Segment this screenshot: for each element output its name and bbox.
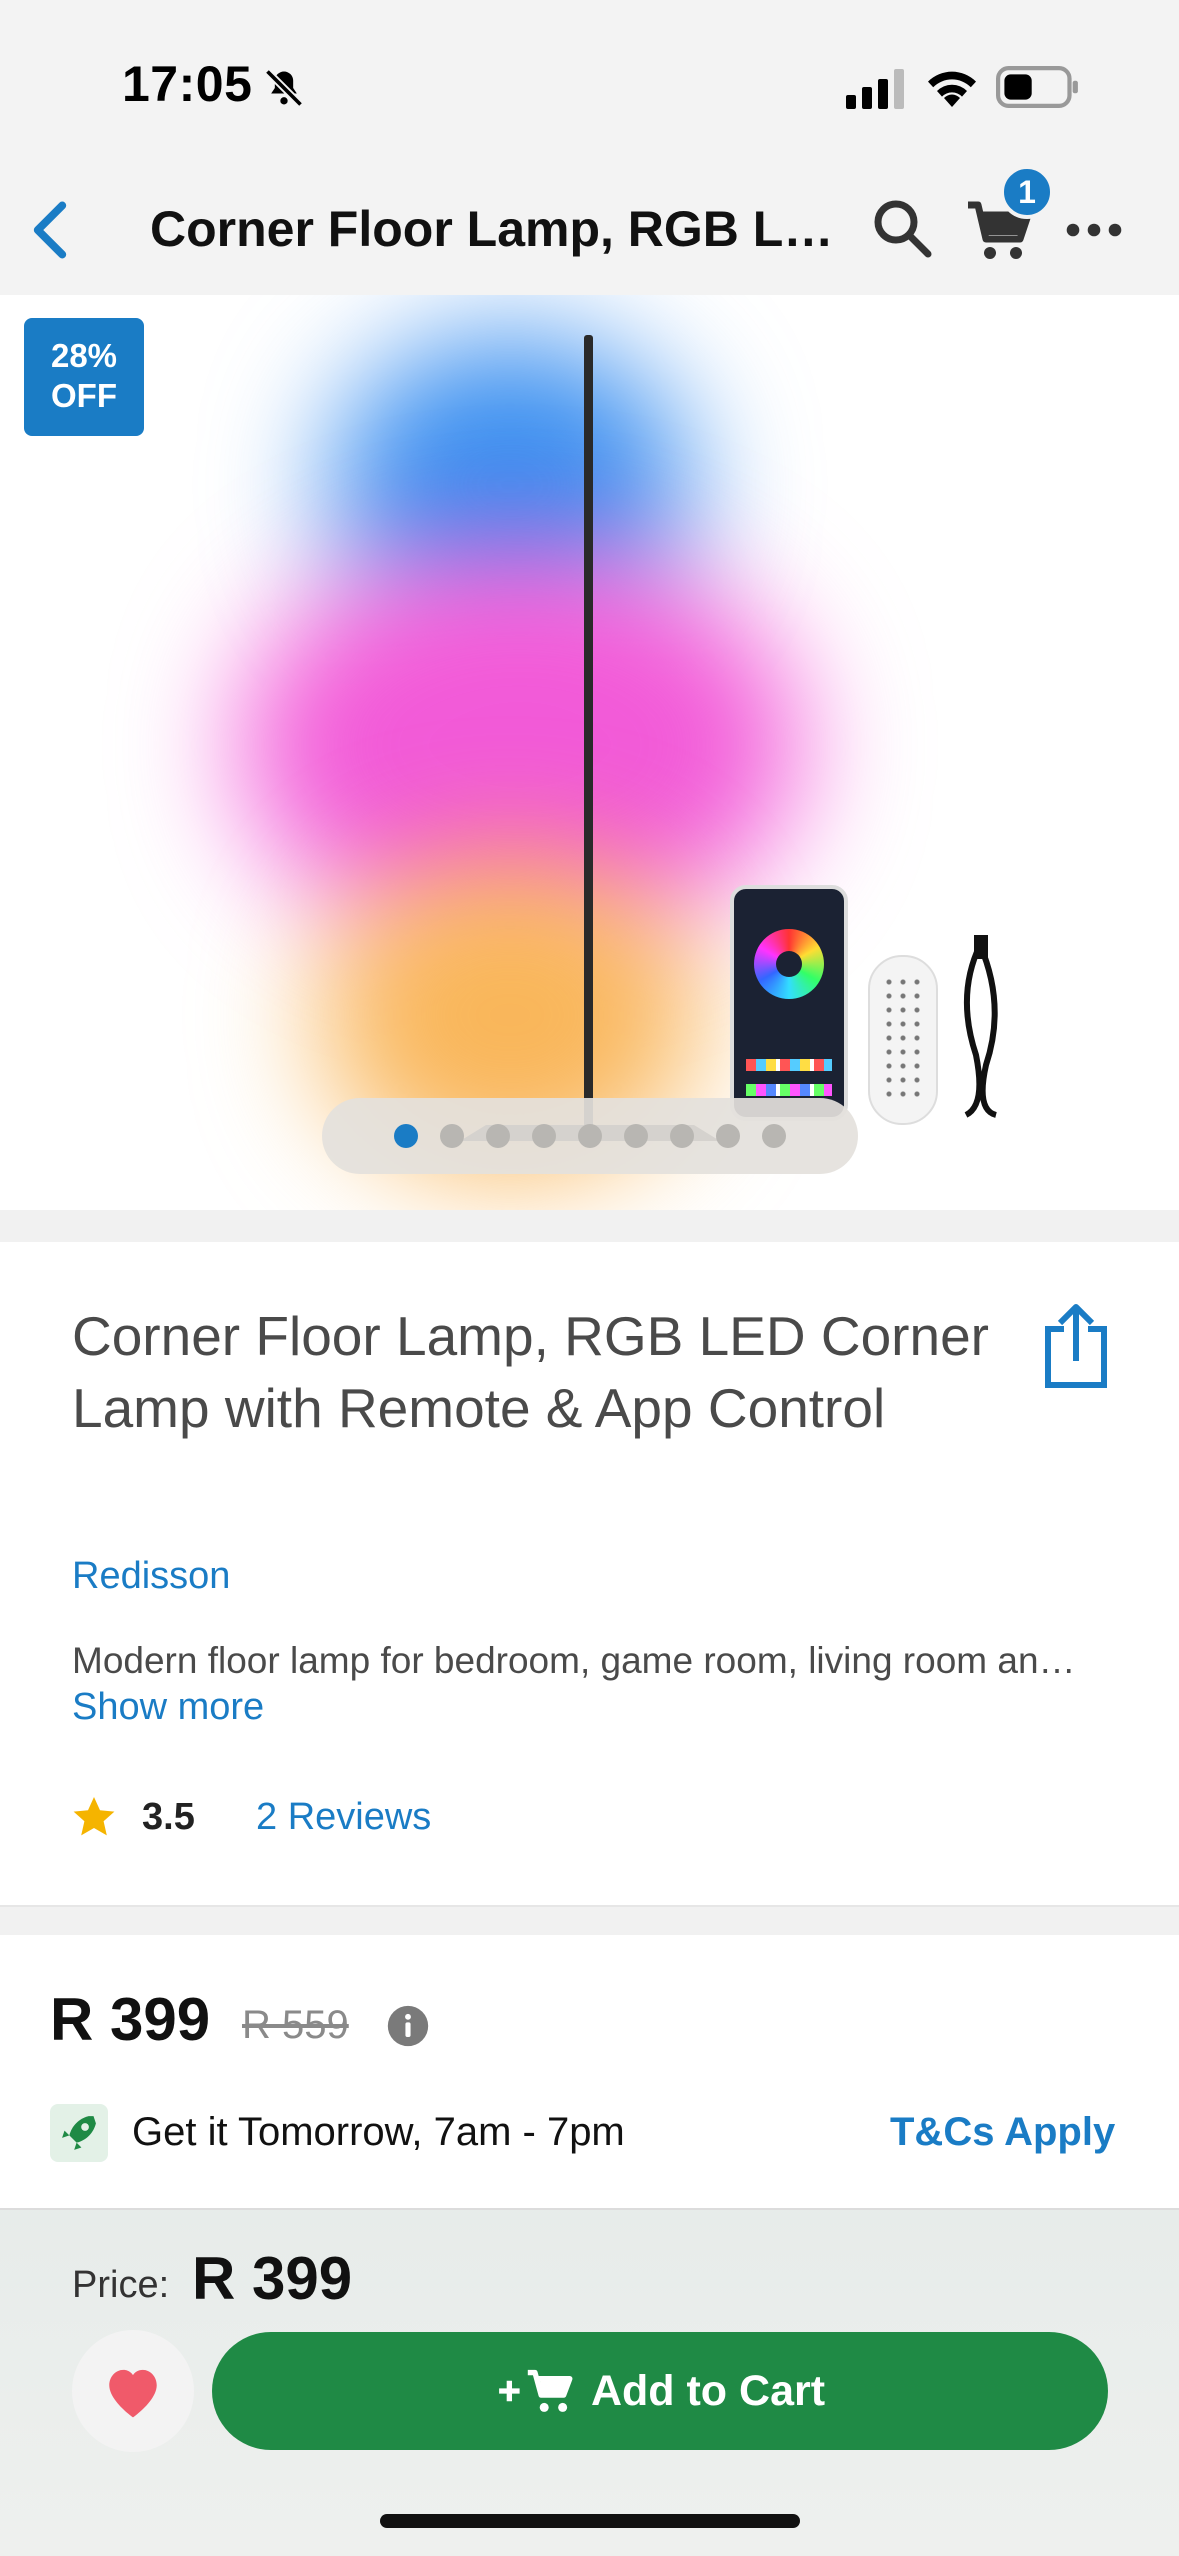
discount-badge: 28% OFF	[24, 318, 144, 436]
discount-percent: 28%	[50, 337, 118, 374]
cellular-signal-icon	[846, 69, 904, 109]
bell-muted-icon	[264, 68, 304, 108]
add-to-cart-label: Add to Cart	[590, 2366, 826, 2415]
page-title: Corner Floor Lamp, RGB LED Corner Lamp w…	[150, 201, 840, 257]
show-more-link[interactable]: Show more	[72, 1686, 264, 1729]
more-options-icon[interactable]	[1066, 218, 1122, 242]
remote-control-image	[868, 955, 938, 1125]
product-image-carousel[interactable]	[0, 295, 1179, 1210]
add-to-cart-button[interactable]: Add to Cart	[212, 2332, 1108, 2450]
rating-value: 3.5	[142, 1796, 195, 1838]
carousel-dot[interactable]	[624, 1124, 648, 1148]
carousel-dot[interactable]	[762, 1124, 786, 1148]
heart-icon	[109, 2369, 157, 2418]
carousel-dot[interactable]	[532, 1124, 556, 1148]
carousel-dot[interactable]	[394, 1124, 418, 1148]
discount-off-label: OFF	[51, 377, 117, 414]
search-icon[interactable]	[870, 196, 934, 260]
product-title: Corner Floor Lamp, RGB LED Corner Lamp w…	[72, 1305, 989, 1439]
rocket-delivery-icon	[50, 2104, 108, 2162]
cart-count-badge: 1	[1000, 165, 1054, 219]
lamp-pole	[584, 335, 593, 1135]
product-description: Modern floor lamp for bedroom, game room…	[72, 1640, 1092, 1681]
phone-app-image	[730, 885, 848, 1121]
section-divider	[0, 1905, 1179, 1935]
wifi-icon	[928, 71, 976, 107]
carousel-pagination[interactable]	[322, 1098, 858, 1174]
share-icon[interactable]	[1040, 1300, 1112, 1390]
brand-link[interactable]: Redisson	[72, 1555, 230, 1598]
status-bar: 17:05	[0, 0, 1179, 160]
battery-icon	[996, 66, 1078, 108]
original-price: R 559	[242, 2003, 349, 2047]
reviews-link[interactable]: 2 Reviews	[256, 1796, 431, 1839]
add-cart-icon	[499, 2369, 573, 2412]
status-time: 17:05	[122, 56, 253, 112]
bottom-price-label: Price:	[72, 2264, 170, 2306]
carousel-dot[interactable]	[440, 1124, 464, 1148]
carousel-dot[interactable]	[670, 1124, 694, 1148]
delivery-estimate: Get it Tomorrow, 7am - 7pm	[132, 2110, 625, 2154]
wishlist-button[interactable]	[72, 2330, 194, 2452]
carousel-dot[interactable]	[578, 1124, 602, 1148]
section-divider	[0, 1210, 1179, 1242]
terms-link[interactable]: T&Cs Apply	[890, 2110, 1115, 2155]
home-indicator[interactable]	[380, 2514, 800, 2528]
current-price: R 399	[50, 1986, 211, 2053]
usb-cable-image	[963, 935, 998, 1118]
star-icon	[73, 1797, 115, 1836]
back-chevron-icon[interactable]	[20, 195, 80, 265]
carousel-dot[interactable]	[716, 1124, 740, 1148]
carousel-dot[interactable]	[486, 1124, 510, 1148]
bottom-price-value: R 399	[192, 2245, 353, 2312]
info-icon[interactable]	[386, 2004, 430, 2048]
